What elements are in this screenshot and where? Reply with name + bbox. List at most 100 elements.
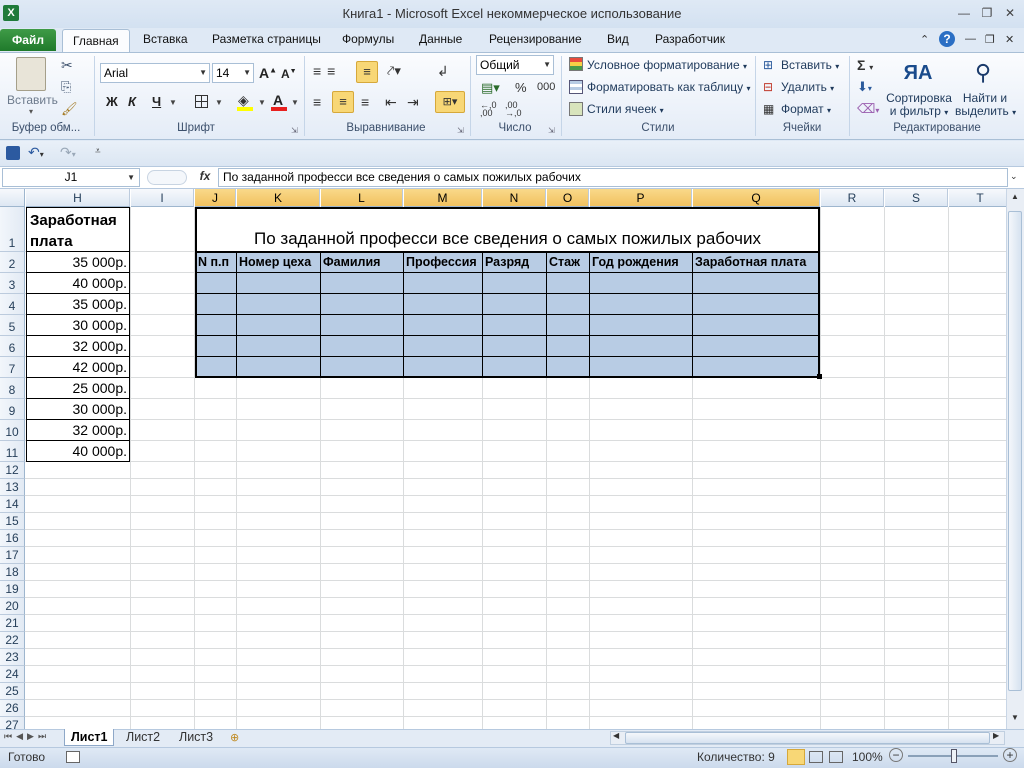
scroll-right-icon[interactable]: ▶	[993, 731, 999, 740]
restore-icon[interactable]: ❐	[978, 6, 996, 20]
row-header[interactable]: 22	[0, 632, 25, 649]
vertical-scroll-thumb[interactable]	[1008, 211, 1022, 691]
row-header[interactable]: 15	[0, 513, 25, 530]
salary-cell[interactable]: 40 000р.	[26, 441, 130, 462]
worksheet-grid[interactable]: H I J K L M N O P Q R S T 1 2 3 4 5 6 7 …	[0, 189, 1006, 729]
close-icon[interactable]: ✕	[1001, 6, 1019, 20]
shrink-font-icon[interactable]: A▼	[281, 67, 297, 81]
salary-cell[interactable]: 25 000р.	[26, 378, 130, 399]
number-format-combo[interactable]: Общий ▼	[476, 55, 554, 75]
underline-dropdown-icon[interactable]: ▼	[169, 98, 177, 107]
tab-review[interactable]: Рецензирование	[489, 32, 582, 50]
font-name-combo[interactable]: Arial ▼	[100, 63, 210, 83]
row-header[interactable]: 27	[0, 717, 25, 729]
salary-cell[interactable]: 35 000р.	[26, 252, 130, 273]
find-select-button[interactable]: Найти и выделить ▾	[955, 92, 1016, 119]
borders-icon[interactable]	[195, 95, 208, 108]
sheet-tab-2[interactable]: Лист2	[120, 729, 166, 746]
help-icon[interactable]: ?	[939, 31, 955, 47]
conditional-formatting-button[interactable]: Условное форматирование ▾	[587, 58, 747, 72]
zoom-level[interactable]: 100%	[852, 750, 883, 764]
row-header[interactable]: 10	[0, 420, 25, 441]
row-header[interactable]: 9	[0, 399, 25, 420]
decrease-indent-icon[interactable]: ⇤	[385, 94, 397, 111]
row-header[interactable]: 24	[0, 666, 25, 683]
row-header[interactable]: 3	[0, 273, 25, 294]
row-header[interactable]: 25	[0, 683, 25, 700]
tab-view[interactable]: Вид	[607, 32, 629, 50]
merge-center-icon[interactable]: ⊞▾	[435, 91, 465, 113]
macro-record-icon[interactable]	[66, 751, 80, 763]
sort-filter-button[interactable]: Сортировка и фильтр ▾	[886, 92, 952, 119]
fill-color-dropdown-icon[interactable]: ▼	[258, 98, 266, 107]
align-left-icon[interactable]: ≡	[313, 94, 321, 110]
doc-restore-icon[interactable]: ❐	[985, 33, 995, 46]
formula-bar-splitter[interactable]	[147, 170, 187, 185]
underline-button[interactable]: Ч	[152, 94, 161, 109]
decrease-decimal-icon[interactable]: ,00 →,0	[505, 101, 522, 118]
italic-button[interactable]: К	[128, 94, 136, 109]
fill-icon[interactable]: ⬇▾	[857, 79, 872, 95]
column-header-t[interactable]: T	[949, 189, 1006, 207]
bold-button[interactable]: Ж	[106, 94, 118, 109]
normal-view-icon[interactable]	[787, 749, 805, 765]
sheet-tab-3[interactable]: Лист3	[173, 729, 219, 746]
font-color-icon[interactable]: A	[273, 92, 283, 108]
salary-cell[interactable]: 32 000р.	[26, 420, 130, 441]
paste-icon[interactable]	[16, 57, 46, 91]
cell-h1-header[interactable]: Заработная плата	[26, 207, 130, 252]
row-header[interactable]: 20	[0, 598, 25, 615]
insert-cells-button[interactable]: Вставить ▾	[781, 58, 839, 72]
format-as-table-button[interactable]: Форматировать как таблицу ▾	[587, 80, 751, 94]
zoom-in-icon[interactable]: +	[1003, 748, 1017, 762]
row-header[interactable]: 19	[0, 581, 25, 598]
salary-cell[interactable]: 30 000р.	[26, 399, 130, 420]
row-header[interactable]: 16	[0, 530, 25, 547]
vertical-align-icons[interactable]: ≡≡	[313, 63, 341, 79]
select-all-corner[interactable]	[0, 189, 25, 207]
clear-icon[interactable]: ⌫▾	[857, 101, 879, 117]
row-header[interactable]: 4	[0, 294, 25, 315]
align-center-icon[interactable]: ≡	[332, 91, 354, 113]
tab-developer[interactable]: Разработчик	[655, 32, 725, 50]
page-layout-view-icon[interactable]	[809, 751, 823, 763]
expand-formula-bar-icon[interactable]: ⌄	[1010, 171, 1018, 182]
thousands-button[interactable]: 000	[537, 81, 555, 93]
insert-function-button[interactable]: fx	[196, 169, 214, 185]
wrap-text-icon[interactable]: ↲	[437, 63, 449, 80]
row-header[interactable]: 12	[0, 462, 25, 479]
column-header-r[interactable]: R	[821, 189, 884, 207]
tab-data[interactable]: Данные	[419, 32, 462, 50]
number-dialog-launcher-icon[interactable]: ⇲	[548, 126, 555, 135]
font-dialog-launcher-icon[interactable]: ⇲	[291, 126, 298, 135]
doc-close-icon[interactable]: ✕	[1005, 33, 1014, 46]
row-header[interactable]: 17	[0, 547, 25, 564]
row-header[interactable]: 8	[0, 378, 25, 399]
row-header[interactable]: 13	[0, 479, 25, 496]
zoom-out-icon[interactable]: −	[889, 748, 903, 762]
alignment-dialog-launcher-icon[interactable]: ⇲	[457, 126, 464, 135]
column-header-j[interactable]: J	[195, 189, 236, 207]
percent-button[interactable]: %	[515, 80, 527, 95]
salary-cell[interactable]: 40 000р.	[26, 273, 130, 294]
row-header[interactable]: 11	[0, 441, 25, 462]
increase-decimal-icon[interactable]: ←,0,00	[480, 101, 497, 118]
increase-indent-icon[interactable]: ⇥	[407, 94, 419, 111]
table-header-cell[interactable]: Профессия	[404, 252, 482, 273]
table-header-cell[interactable]: N п.п	[196, 252, 236, 273]
align-bottom-icon[interactable]: ≡	[356, 61, 378, 83]
undo-icon[interactable]: ↶▾	[28, 144, 44, 161]
table-header-cell[interactable]: Стаж	[547, 252, 589, 273]
row-header[interactable]: 1	[0, 207, 25, 252]
tab-file[interactable]: Файл	[0, 29, 56, 51]
row-header[interactable]: 21	[0, 615, 25, 632]
salary-cell[interactable]: 42 000р.	[26, 357, 130, 378]
save-icon[interactable]	[6, 146, 20, 160]
autosum-icon[interactable]: Σ ▾	[857, 57, 873, 73]
font-size-combo[interactable]: 14 ▼	[212, 63, 254, 83]
column-header-m[interactable]: M	[404, 189, 482, 207]
column-header-o[interactable]: O	[547, 189, 589, 207]
row-header[interactable]: 14	[0, 496, 25, 513]
horizontal-scroll-thumb[interactable]	[625, 732, 990, 744]
grow-font-icon[interactable]: A▲	[259, 65, 277, 81]
